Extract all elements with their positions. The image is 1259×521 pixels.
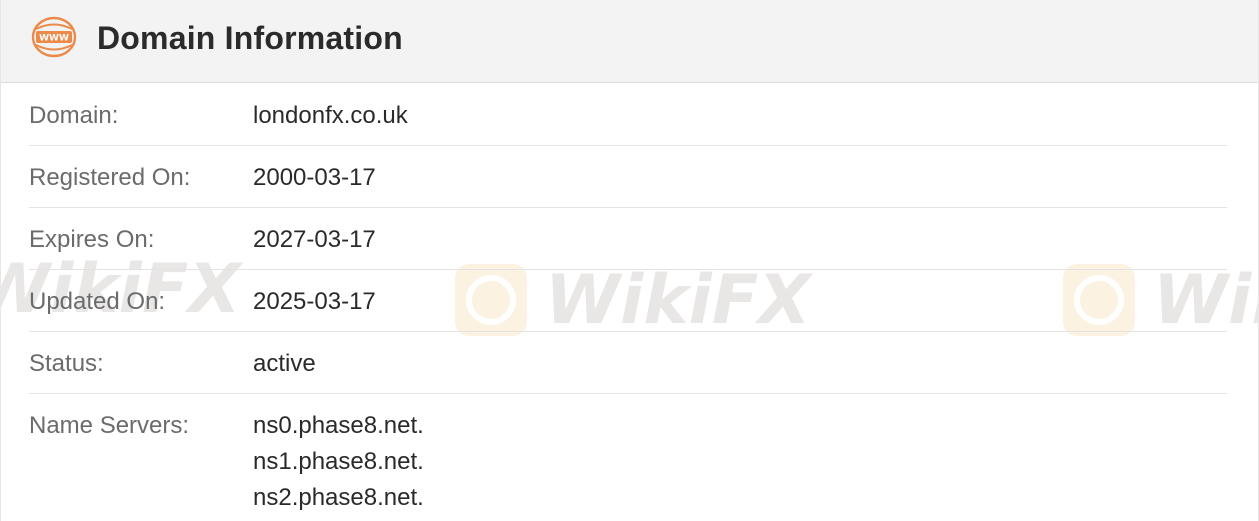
www-icon-text: WWW (39, 34, 69, 44)
www-icon: WWW (31, 16, 77, 58)
name-servers-list: ns0.phase8.net. ns1.phase8.net. ns2.phas… (253, 408, 424, 516)
status-value: active (253, 350, 316, 377)
info-row-expires: Expires On: 2027-03-17 (29, 208, 1227, 270)
page-title: Domain Information (97, 20, 403, 56)
info-list: Domain: londonfx.co.uk Registered On: 20… (29, 84, 1227, 521)
card-header: WWW Domain Information (1, 0, 1258, 83)
registered-label: Registered On: (29, 164, 191, 191)
info-row-updated: Updated On: 2025-03-17 (29, 270, 1227, 332)
domain-value: londonfx.co.uk (253, 102, 408, 129)
updated-value: 2025-03-17 (253, 288, 376, 315)
name-server-item: ns0.phase8.net. (253, 412, 424, 439)
name-server-item: ns1.phase8.net. (253, 448, 424, 475)
info-row-status: Status: active (29, 332, 1227, 394)
info-row-registered: Registered On: 2000-03-17 (29, 146, 1227, 208)
expires-label: Expires On: (29, 226, 155, 253)
domain-label: Domain: (29, 102, 119, 129)
status-label: Status: (29, 350, 104, 377)
expires-value: 2027-03-17 (253, 226, 376, 253)
info-row-domain: Domain: londonfx.co.uk (29, 84, 1227, 146)
updated-label: Updated On: (29, 288, 166, 315)
info-row-name-servers: Name Servers: ns0.phase8.net. ns1.phase8… (29, 394, 1227, 521)
name-server-item: ns2.phase8.net. (253, 484, 424, 511)
name-servers-label: Name Servers: (29, 412, 190, 439)
domain-info-card: WikiFX WikiFX WikiFX WWW Domain Informat… (0, 0, 1259, 521)
registered-value: 2000-03-17 (253, 164, 376, 191)
